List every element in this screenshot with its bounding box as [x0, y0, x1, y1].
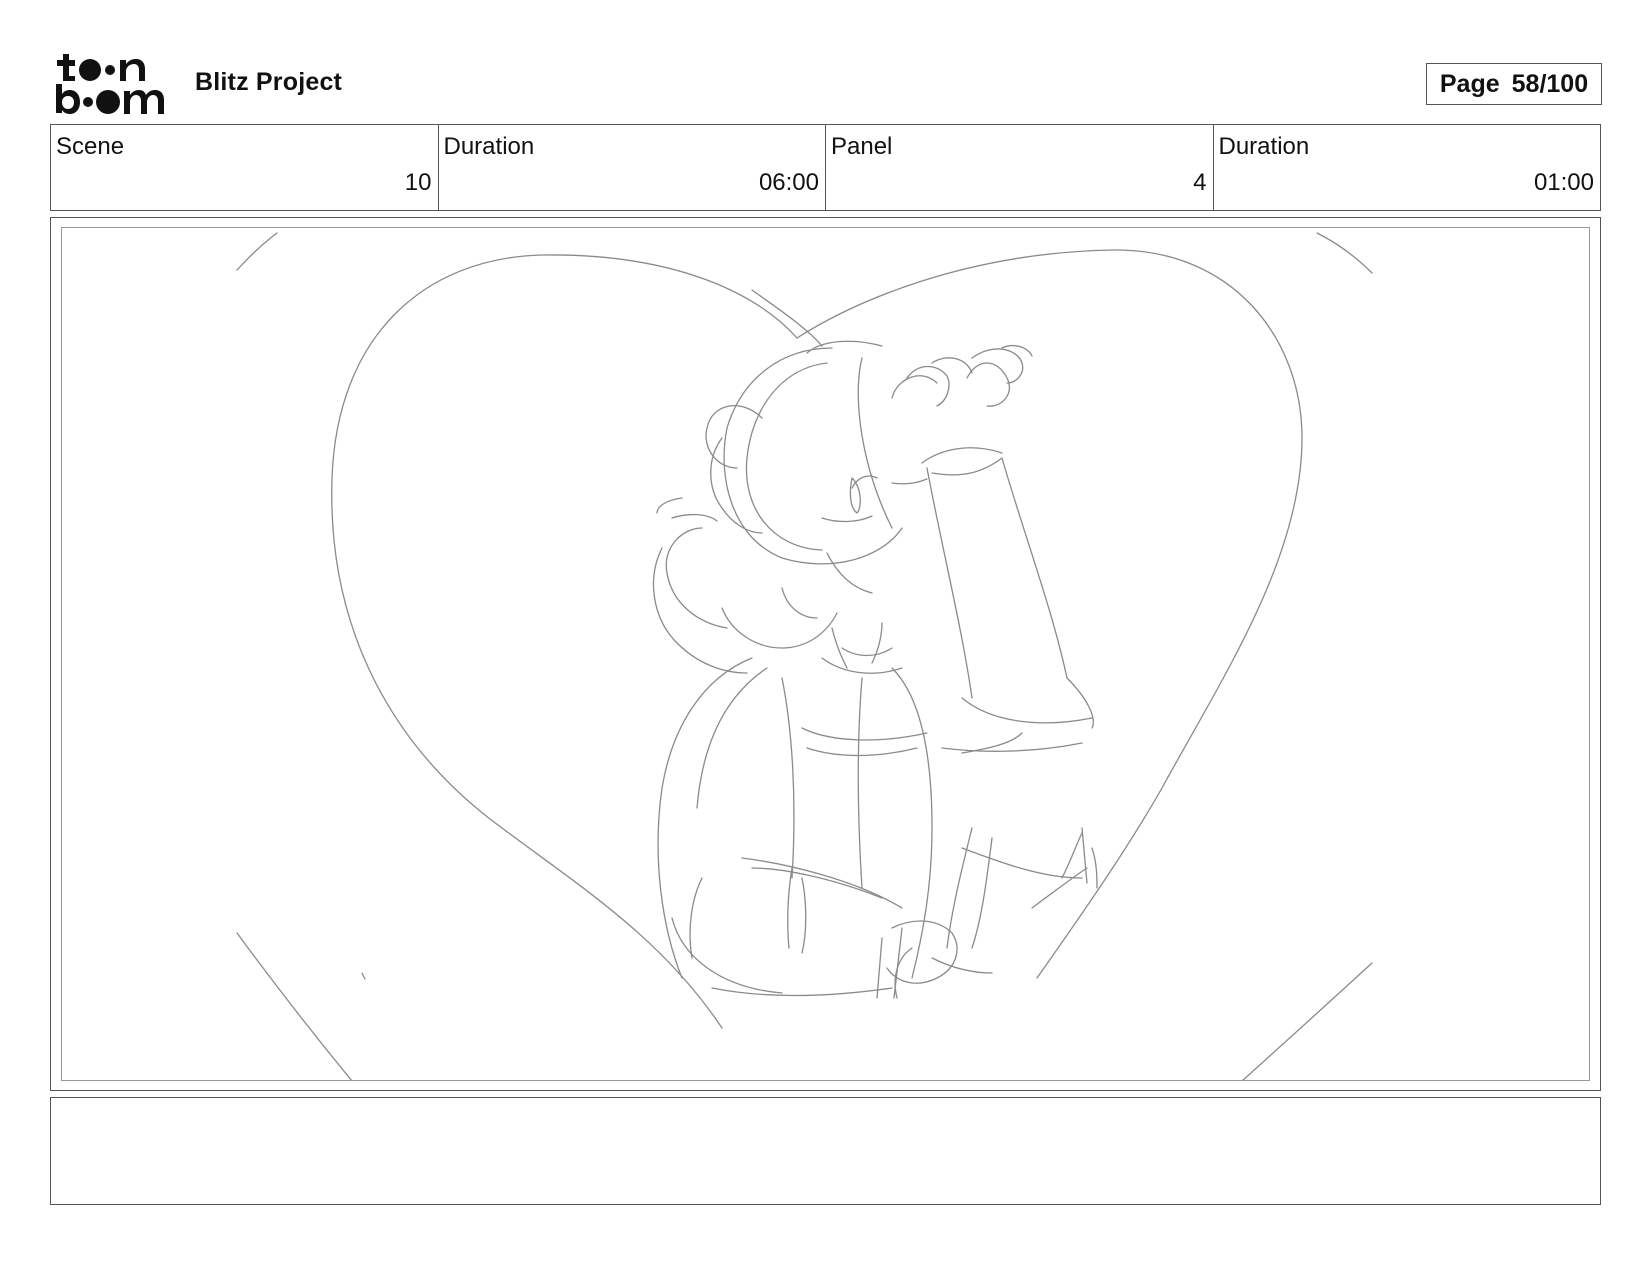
- scene-cell: Scene 10: [51, 125, 439, 210]
- panel-label: Panel: [831, 133, 893, 160]
- scene-duration-cell: Duration 06:00: [439, 125, 826, 210]
- project-title: Blitz Project: [195, 68, 343, 96]
- scene-label: Scene: [56, 133, 125, 160]
- scene-duration-value: 06:00: [758, 169, 819, 196]
- storyboard-sketch-image: [61, 227, 1590, 1081]
- page-number: 58/100: [1511, 69, 1589, 98]
- shot-info-row: Scene 10 Duration 06:00 Panel 4 Duration…: [50, 124, 1601, 211]
- notes-box: [50, 1097, 1601, 1205]
- panel-duration-label: Duration: [1218, 133, 1310, 160]
- panel-cell: Panel 4: [826, 125, 1214, 210]
- panel-value: 4: [1193, 169, 1207, 196]
- panel-duration-cell: Duration 01:00: [1214, 125, 1601, 210]
- panel-duration-value: 01:00: [1533, 169, 1594, 196]
- toonboom-logo-icon: [54, 52, 172, 116]
- page-indicator: Page 58/100: [1426, 63, 1602, 105]
- page-label: Page: [1439, 69, 1500, 98]
- scene-value: 10: [404, 169, 432, 196]
- panel-frame: [50, 217, 1601, 1091]
- scene-duration-label: Duration: [443, 133, 535, 160]
